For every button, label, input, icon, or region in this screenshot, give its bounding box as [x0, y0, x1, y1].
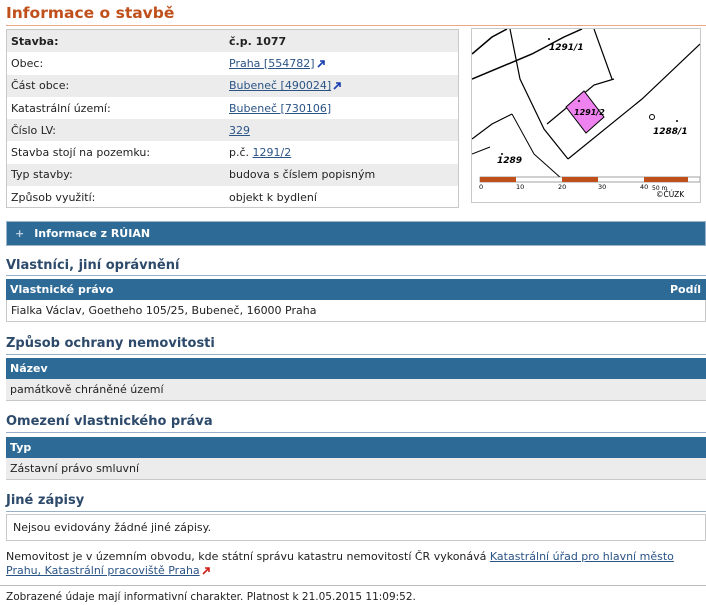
info-key: Katastrální území: — [11, 101, 111, 115]
info-link[interactable]: Praha [554782] — [229, 57, 315, 70]
footer-divider — [0, 585, 706, 586]
info-key: Obec: — [11, 56, 44, 70]
point-marker — [649, 114, 655, 120]
protection-cell: památkově chráněné území — [10, 383, 164, 396]
map-label: 1288/1 — [653, 127, 688, 137]
info-value: 329 — [229, 124, 458, 137]
section-title-other: Jiné zápisy — [6, 493, 85, 508]
parcel-boundary — [472, 29, 583, 80]
section-title-restrictions: Omezení vlastnického práva — [6, 414, 213, 429]
section-divider — [6, 432, 706, 433]
table-row: Zástavní právo smluvní — [6, 458, 706, 480]
scale-segment — [562, 177, 598, 182]
point-marker — [676, 120, 678, 122]
section-divider — [6, 511, 706, 512]
point-marker — [548, 38, 550, 40]
parcel-boundary — [533, 153, 563, 180]
info-link[interactable]: Bubeneč [490024] — [229, 79, 331, 92]
info-value: p.č. 1291/2 — [229, 146, 458, 159]
protection-table-header: Název — [6, 358, 706, 379]
info-value: Praha [554782] — [229, 57, 458, 70]
column-header: Název — [10, 362, 48, 375]
info-value: č.p. 1077 — [229, 35, 458, 48]
section-divider — [6, 275, 706, 276]
info-key: Stavba stojí na pozemku: — [11, 146, 151, 160]
scale-segment — [480, 177, 516, 182]
point-marker — [578, 100, 580, 102]
info-row: Část obce: Bubeneč [490024] — [7, 74, 458, 97]
info-row: Katastrální území: Bubeneč [730106] — [7, 97, 458, 119]
office-note-text: Nemovitost je v územním obvodu, kde stát… — [6, 550, 487, 563]
point-marker — [501, 153, 503, 155]
plus-icon: + — [15, 227, 25, 240]
section-title-owners: Vlastníci, jiní oprávnění — [6, 258, 180, 273]
info-row: Stavba stojí na pozemku: p.č. 1291/2 — [7, 141, 458, 163]
external-link-icon — [316, 60, 325, 68]
info-row: Obec: Praha [554782] — [7, 52, 458, 74]
info-key: Stavba: — [11, 34, 59, 48]
info-row: Typ stavby: budova s číslem popisným — [7, 163, 458, 187]
info-key: Způsob využití: — [11, 190, 96, 204]
other-records-text: Nejsou evidovány žádné jiné zápisy. — [13, 521, 212, 534]
external-link-icon — [202, 567, 210, 575]
parcel-boundary — [472, 29, 508, 55]
info-row: Číslo LV: 329 — [7, 119, 458, 142]
info-link[interactable]: 329 — [229, 124, 250, 137]
parcel-boundary — [472, 113, 513, 140]
ruian-label: Informace z RÚIAN — [34, 227, 151, 240]
map-svg: 1291/1 1291/2 1288/1 1289 0 10 20 30 40 … — [472, 29, 700, 199]
scale-tick: 0 — [479, 183, 483, 191]
section-title-protection: Způsob ochrany nemovitosti — [6, 336, 215, 351]
info-row: Stavba: č.p. 1077 — [7, 30, 458, 53]
map-label: 1291/1 — [549, 43, 584, 53]
parcel-boundary — [593, 29, 613, 80]
info-key: Část obce: — [11, 79, 70, 93]
info-text: č.p. 1077 — [229, 34, 287, 48]
page-title: Informace o stavbě — [6, 4, 175, 22]
external-link-icon — [333, 82, 341, 90]
scale-tick: 40 — [640, 183, 648, 191]
info-link[interactable]: 1291/2 — [253, 146, 292, 159]
info-value: objekt k bydlení — [229, 191, 458, 204]
title-divider — [6, 25, 706, 26]
info-text: objekt k bydlení — [229, 190, 317, 204]
table-row: Fialka Václav, Goetheho 105/25, Bubeneč,… — [6, 300, 706, 322]
validity-footer: Zobrazené údaje mají informativní charak… — [6, 591, 416, 603]
info-link[interactable]: Bubeneč [730106] — [229, 102, 331, 115]
cadastral-map[interactable]: 1291/1 1291/2 1288/1 1289 0 10 20 30 40 … — [471, 28, 701, 203]
restriction-cell: Zástavní právo smluvní — [10, 462, 140, 475]
office-note: Nemovitost je v územním obvodu, kde stát… — [6, 550, 696, 578]
info-text: budova s číslem popisným — [229, 168, 376, 182]
column-header: Podíl — [669, 283, 701, 296]
info-value: Bubeneč [490024] — [229, 79, 458, 92]
info-value: budova s číslem popisným — [229, 168, 458, 181]
owner-cell: Fialka Václav, Goetheho 105/25, Bubeneč,… — [11, 304, 317, 317]
map-label: 1289 — [497, 156, 522, 166]
scale-tick: 30 — [598, 183, 606, 191]
map-label: 1291/2 — [574, 108, 605, 117]
column-header: Typ — [10, 441, 32, 454]
scale-segment — [644, 177, 688, 182]
parcel-boundary — [472, 146, 491, 155]
info-key: Typ stavby: — [11, 168, 73, 182]
info-key: Číslo LV: — [11, 123, 57, 137]
section-divider — [6, 354, 706, 355]
parcel-boundary — [511, 113, 535, 155]
building-info-table: Stavba: č.p. 1077 Obec: Praha [554782] Část … — [6, 29, 459, 208]
other-records-box: Nejsou evidovány žádné jiné zápisy. — [6, 514, 706, 541]
map-credit: ©ČÚZK — [656, 190, 685, 199]
owners-table-header: Vlastnické právo Podíl — [6, 279, 706, 300]
info-prefix: p.č. — [229, 146, 250, 160]
restrictions-table-header: Typ — [6, 437, 706, 458]
scale-tick: 20 — [558, 183, 566, 191]
scale-tick: 10 — [516, 183, 524, 191]
info-row: Způsob využití: objekt k bydlení — [7, 186, 458, 208]
info-value: Bubeneč [730106] — [229, 102, 458, 115]
column-header: Vlastnické právo — [10, 283, 114, 296]
table-row: památkově chráněné území — [6, 379, 706, 401]
ruian-toggle-bar[interactable]: + Informace z RÚIAN — [6, 221, 706, 246]
